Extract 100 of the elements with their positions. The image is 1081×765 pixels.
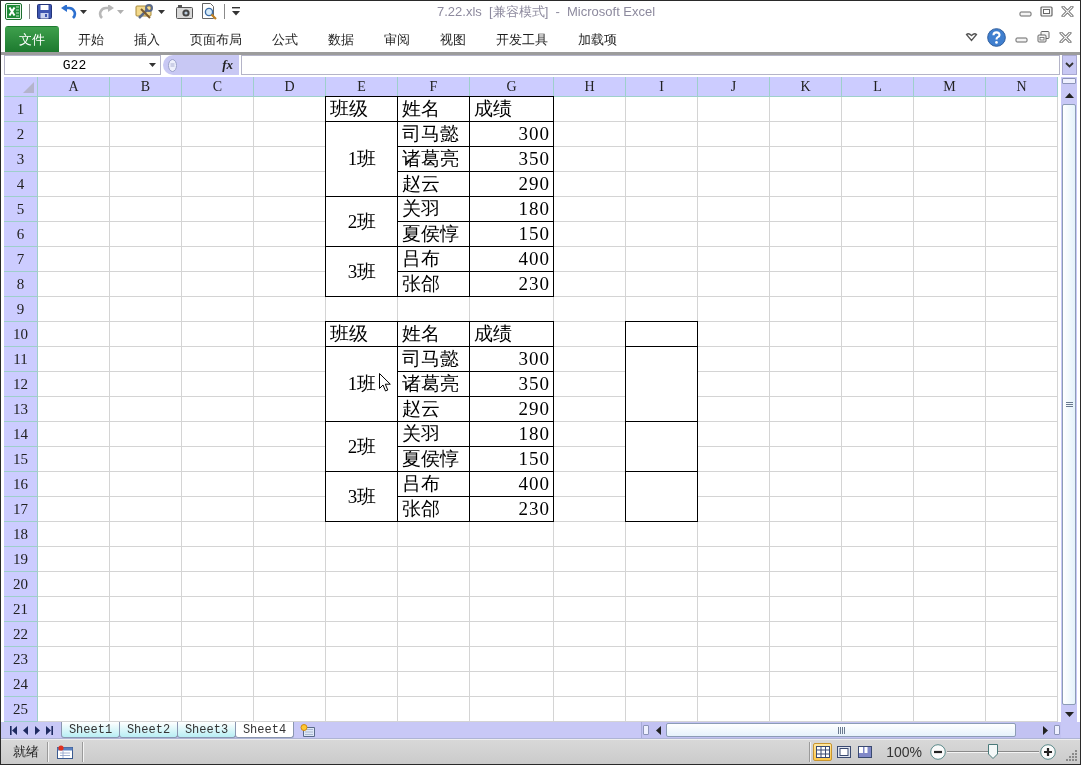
undo-icon[interactable] (61, 4, 77, 19)
print-preview-icon[interactable] (201, 3, 217, 20)
down-arrow-icon[interactable] (1064, 711, 1074, 717)
split-handle[interactable] (643, 725, 649, 735)
customize-caret-icon[interactable] (232, 7, 240, 16)
expand-formula-button[interactable] (1062, 55, 1077, 75)
zoom-in-icon[interactable] (1040, 744, 1056, 760)
camera-icon[interactable] (176, 4, 193, 19)
help-icon[interactable] (987, 27, 1006, 47)
ribbon-tab[interactable]: 数据 (313, 26, 369, 52)
caret-icon[interactable] (149, 63, 156, 67)
oval-handle-icon[interactable] (168, 58, 177, 72)
chevron-down-icon[interactable] (965, 32, 978, 42)
row-header[interactable]: 12 (4, 372, 38, 397)
column-header[interactable]: E (326, 77, 398, 97)
last-sheet-icon[interactable] (45, 725, 53, 735)
row-header[interactable]: 22 (4, 622, 38, 647)
column-header[interactable]: N (986, 77, 1058, 97)
column-header[interactable]: A (38, 77, 110, 97)
column-header[interactable]: G (470, 77, 554, 97)
ribbon-tab[interactable]: 插入 (119, 26, 175, 52)
close-workbook-icon[interactable] (1059, 31, 1072, 43)
save-icon[interactable] (37, 4, 52, 19)
row-header[interactable]: 15 (4, 447, 38, 472)
row-header[interactable]: 17 (4, 497, 38, 522)
next-sheet-icon[interactable] (33, 725, 41, 735)
ribbon-tab[interactable]: 审阅 (369, 26, 425, 52)
column-header[interactable]: M (914, 77, 986, 97)
row-header[interactable]: 19 (4, 547, 38, 572)
name-box[interactable]: G22 (4, 55, 161, 75)
new-sheet-icon[interactable] (300, 723, 316, 737)
view-button[interactable] (834, 743, 854, 761)
sheet-tab[interactable]: Sheet1 (61, 722, 120, 738)
insert-function-button[interactable]: fx (220, 57, 235, 73)
column-header[interactable]: I (626, 77, 698, 97)
split-handle[interactable] (1062, 78, 1076, 84)
row-header[interactable]: 3 (4, 147, 38, 172)
formula-input[interactable] (241, 55, 1060, 75)
ribbon-tab[interactable]: 开发工具 (481, 26, 563, 52)
row-header[interactable]: 24 (4, 672, 38, 697)
row-header[interactable]: 6 (4, 222, 38, 247)
zoom-reading[interactable]: 100% (886, 744, 922, 760)
row-header[interactable]: 14 (4, 422, 38, 447)
scrollbar-thumb[interactable] (1062, 104, 1076, 705)
row-header[interactable]: 8 (4, 272, 38, 297)
split-handle[interactable] (1054, 725, 1060, 735)
row-header[interactable]: 7 (4, 247, 38, 272)
row-header[interactable]: 20 (4, 572, 38, 597)
column-header[interactable]: C (182, 77, 254, 97)
ribbon-tab[interactable]: 加载项 (563, 26, 632, 52)
row-header[interactable]: 23 (4, 647, 38, 672)
row-header[interactable]: 10 (4, 322, 38, 347)
column-header[interactable]: H (554, 77, 626, 97)
row-header[interactable]: 11 (4, 347, 38, 372)
left-arrow-icon[interactable] (655, 725, 661, 735)
sheet-tab[interactable]: Sheet4 (235, 722, 294, 738)
caret-icon[interactable] (158, 9, 165, 14)
sheet-tab[interactable]: Sheet3 (177, 722, 236, 738)
ribbon-tab[interactable]: 视图 (425, 26, 481, 52)
zoom-out-icon[interactable] (930, 744, 946, 760)
close-icon[interactable] (1061, 6, 1074, 17)
record-macro-icon[interactable] (57, 745, 73, 759)
row-header[interactable]: 9 (4, 297, 38, 322)
row-header[interactable]: 4 (4, 172, 38, 197)
previous-sheet-icon[interactable] (21, 725, 29, 735)
row-header[interactable]: 16 (4, 472, 38, 497)
row-header[interactable]: 2 (4, 122, 38, 147)
column-header[interactable]: B (110, 77, 182, 97)
row-header[interactable]: 5 (4, 197, 38, 222)
row-header[interactable]: 25 (4, 697, 38, 722)
caret-icon[interactable] (80, 9, 87, 14)
first-sheet-icon[interactable] (9, 725, 17, 735)
scrollbar-thumb[interactable] (666, 723, 1016, 737)
column-header[interactable]: F (398, 77, 470, 97)
zoom-slider[interactable] (947, 743, 1039, 761)
row-header[interactable]: 18 (4, 522, 38, 547)
file-tab[interactable]: 文件 (5, 26, 59, 52)
resize-grip-icon[interactable] (1066, 749, 1078, 761)
column-header[interactable]: D (254, 77, 326, 97)
column-header[interactable]: J (698, 77, 770, 97)
row-header[interactable]: 1 (4, 97, 38, 122)
spreadsheet-logo-icon[interactable] (5, 3, 22, 20)
row-header[interactable]: 13 (4, 397, 38, 422)
maximize-icon[interactable] (1040, 6, 1053, 17)
restore-workbook-icon[interactable] (1037, 31, 1050, 43)
view-button[interactable] (855, 743, 875, 761)
zoom-slider-thumb[interactable] (988, 744, 998, 759)
row-header[interactable]: 21 (4, 597, 38, 622)
ribbon-tab[interactable]: 开始 (63, 26, 119, 52)
column-header[interactable]: L (842, 77, 914, 97)
tools-icon[interactable] (135, 3, 155, 20)
column-header[interactable]: K (770, 77, 842, 97)
ribbon-tab[interactable]: 公式 (257, 26, 313, 52)
sheet-tab[interactable]: Sheet2 (119, 722, 178, 738)
right-arrow-icon[interactable] (1042, 725, 1048, 735)
ribbon-tab[interactable]: 页面布局 (175, 26, 257, 52)
up-arrow-icon[interactable] (1064, 92, 1074, 98)
chevron-down-icon[interactable] (1065, 62, 1074, 68)
table-cell: 诸葛亮 (398, 147, 470, 172)
view-button[interactable] (813, 743, 833, 761)
